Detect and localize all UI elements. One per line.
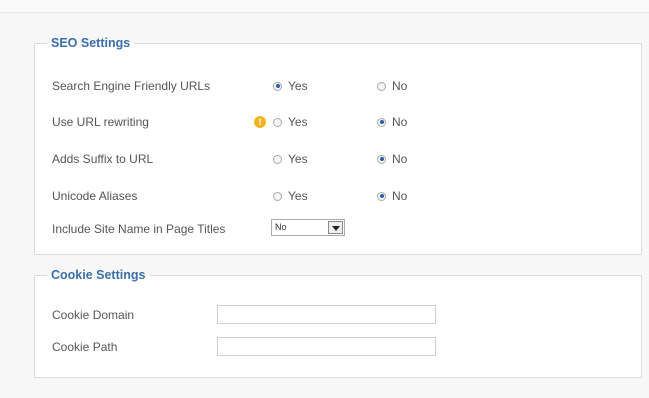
url-rewriting-no-option[interactable]: No: [377, 113, 407, 131]
unicode-aliases-yes-option[interactable]: Yes: [273, 187, 308, 205]
sef-urls-yes-option[interactable]: Yes: [273, 77, 308, 95]
top-divider: [0, 0, 649, 13]
sef-urls-yes-radio[interactable]: [273, 81, 282, 91]
chevron-down-icon[interactable]: [328, 221, 343, 234]
url-suffix-no-option[interactable]: No: [377, 150, 407, 168]
url-rewriting-no-label: No: [392, 115, 408, 129]
unicode-aliases-no-option[interactable]: No: [377, 187, 407, 205]
cookie-path-label: Cookie Path: [52, 340, 118, 354]
sef-urls-no-option[interactable]: No: [377, 77, 407, 95]
url-suffix-yes-option[interactable]: Yes: [273, 150, 308, 168]
seo-settings-legend: SEO Settings: [51, 36, 131, 50]
url-rewriting-yes-label: Yes: [288, 115, 308, 129]
url-suffix-label: Adds Suffix to URL: [52, 152, 154, 166]
sef-urls-no-radio[interactable]: [377, 81, 386, 91]
url-rewriting-no-radio[interactable]: [377, 117, 386, 127]
url-rewriting-label: Use URL rewriting: [52, 115, 149, 129]
url-rewriting-yes-option[interactable]: Yes: [273, 113, 308, 131]
sef-urls-label: Search Engine Friendly URLs: [52, 79, 211, 93]
url-suffix-yes-radio[interactable]: [273, 154, 282, 164]
site-name-titles-select[interactable]: No: [271, 219, 345, 236]
warning-icon[interactable]: !: [254, 116, 266, 128]
cookie-settings-legend: Cookie Settings: [51, 268, 146, 282]
sef-urls-no-label: No: [392, 79, 408, 93]
site-name-titles-value: No: [275, 222, 287, 232]
url-rewriting-yes-radio[interactable]: [273, 117, 282, 127]
sef-urls-yes-label: Yes: [288, 79, 308, 93]
cookie-path-input[interactable]: [217, 337, 436, 356]
url-suffix-no-label: No: [392, 152, 408, 166]
unicode-aliases-yes-label: Yes: [288, 189, 308, 203]
unicode-aliases-no-radio[interactable]: [377, 191, 386, 201]
unicode-aliases-yes-radio[interactable]: [273, 191, 282, 201]
global-configuration-page: SEO Settings Search Engine Friendly URLs…: [0, 0, 649, 398]
url-suffix-no-radio[interactable]: [377, 154, 386, 164]
unicode-aliases-label: Unicode Aliases: [52, 189, 138, 203]
seo-settings-fieldset: SEO Settings Search Engine Friendly URLs…: [34, 36, 642, 255]
site-name-titles-label: Include Site Name in Page Titles: [52, 222, 226, 236]
cookie-domain-label: Cookie Domain: [52, 308, 135, 322]
cookie-settings-fieldset: Cookie Settings Cookie Domain Cookie Pat…: [34, 268, 642, 378]
url-suffix-yes-label: Yes: [288, 152, 308, 166]
cookie-domain-input[interactable]: [217, 305, 436, 324]
unicode-aliases-no-label: No: [392, 189, 408, 203]
